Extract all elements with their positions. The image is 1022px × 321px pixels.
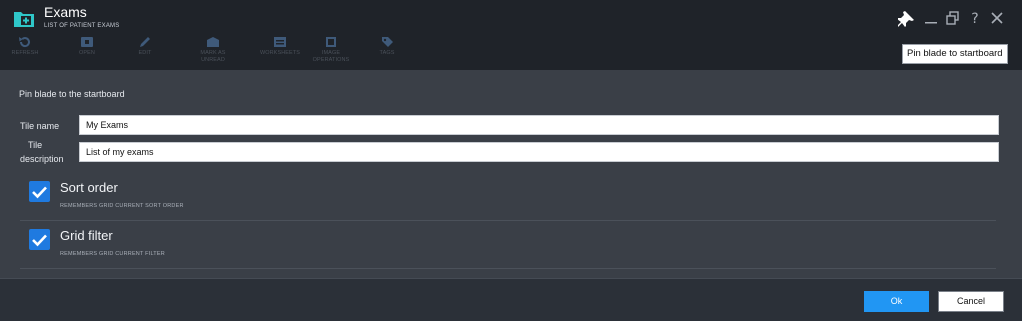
close-icon[interactable] xyxy=(988,9,1006,27)
folder-add-icon xyxy=(14,12,34,27)
grid-filter-title: Grid filter xyxy=(60,228,113,243)
svg-text:?: ? xyxy=(971,11,978,27)
grid-filter-checkbox[interactable] xyxy=(29,229,50,250)
tags-label: TAGS xyxy=(379,50,395,56)
tags-button[interactable]: TAGS xyxy=(364,36,410,66)
image-operations-button[interactable]: IMAGE OPERATIONS xyxy=(308,36,354,66)
restore-icon[interactable] xyxy=(944,9,962,27)
sort-order-title: Sort order xyxy=(60,180,118,195)
blade-subtitle: LIST OF PATIENT EXAMS xyxy=(44,23,120,29)
open-label: OPEN xyxy=(79,50,95,56)
refresh-button[interactable]: REFRESH xyxy=(2,36,48,66)
worksheets-label: WORKSHEETS xyxy=(259,50,301,56)
image-operations-label: IMAGE OPERATIONS xyxy=(312,50,350,63)
open-icon xyxy=(81,37,93,47)
open-button[interactable]: OPEN xyxy=(64,36,110,66)
image-operations-icon xyxy=(326,37,336,47)
blade-header: Exams LIST OF PATIENT EXAMS REFRESH OPEN… xyxy=(0,0,1022,70)
sort-order-checkbox[interactable] xyxy=(29,181,50,202)
grid-filter-option[interactable]: Grid filter REMEMBERS GRID CURRENT FILTE… xyxy=(20,220,996,269)
mark-as-unread-button[interactable]: MARK AS UNREAD xyxy=(190,36,236,66)
pin-dialog-title: Pin blade to the startboard xyxy=(19,89,125,99)
edit-label: EDIT xyxy=(138,50,152,56)
pin-tooltip: Pin blade to startboard xyxy=(902,44,1008,64)
tile-description-label-line2: description xyxy=(20,154,64,164)
edit-button[interactable]: EDIT xyxy=(122,36,168,66)
edit-icon xyxy=(140,37,150,47)
grid-filter-description: REMEMBERS GRID CURRENT FILTER xyxy=(60,251,165,257)
sort-order-option[interactable]: Sort order REMEMBERS GRID CURRENT SORT O… xyxy=(20,172,996,221)
mark-unread-icon xyxy=(207,37,219,47)
blade-title: Exams xyxy=(44,4,87,20)
refresh-icon xyxy=(19,37,30,48)
tile-description-input[interactable] xyxy=(79,142,999,162)
tags-icon xyxy=(382,37,393,47)
pin-icon[interactable] xyxy=(898,9,916,27)
refresh-label: REFRESH xyxy=(11,50,39,56)
tile-name-label: Tile name xyxy=(20,121,60,131)
help-icon[interactable]: ? xyxy=(966,9,984,27)
sort-order-description: REMEMBERS GRID CURRENT SORT ORDER xyxy=(60,203,184,209)
worksheets-icon xyxy=(274,37,286,47)
worksheets-button[interactable]: WORKSHEETS xyxy=(257,36,303,66)
cancel-button[interactable]: Cancel xyxy=(938,291,1004,312)
ok-button[interactable]: Ok xyxy=(864,291,929,312)
minimize-icon[interactable] xyxy=(922,9,940,27)
mark-as-unread-label: MARK AS UNREAD xyxy=(200,50,226,63)
tile-name-input[interactable] xyxy=(79,115,999,135)
tile-description-label-line1: Tile xyxy=(28,140,43,150)
